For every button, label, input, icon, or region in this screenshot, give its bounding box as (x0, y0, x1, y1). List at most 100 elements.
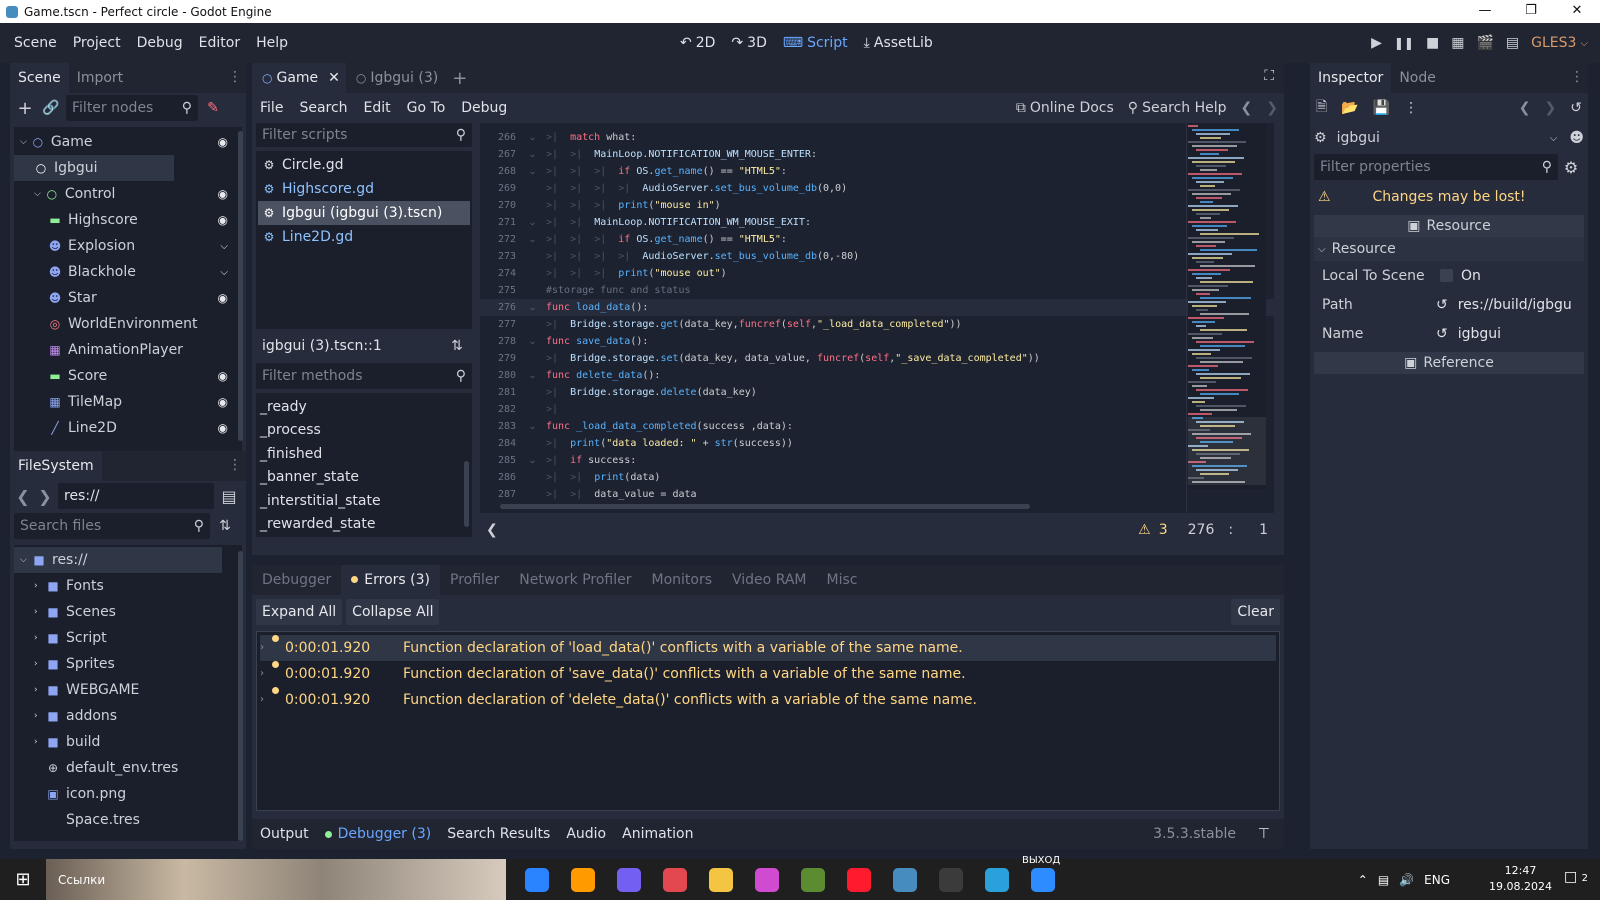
resource-section-header[interactable]: ▣ Resource (1314, 215, 1584, 237)
code-line[interactable]: 278 ⌵ func save_data(): (480, 333, 1274, 350)
visibility-eye-icon[interactable]: ◉ (218, 187, 228, 201)
tab-node[interactable]: Node (1391, 63, 1444, 93)
code-minimap[interactable] (1188, 123, 1266, 489)
filter-methods-input[interactable]: Filter methods ⚲ (256, 363, 472, 389)
status-tab[interactable]: Animation (614, 826, 701, 842)
more-options-icon[interactable]: ⋮ (228, 69, 242, 85)
object-properties-icon[interactable]: ☻ (1569, 130, 1584, 146)
viber-app-icon[interactable] (617, 867, 641, 892)
code-line[interactable]: 270 >| >| >| print("mouse in") (480, 197, 1274, 214)
filesystem-item[interactable]: ■ Space.tres (14, 807, 242, 833)
workspace-assetlib-button[interactable]: ⤓ AssetLib (856, 35, 941, 51)
status-tab[interactable]: Search Results (439, 826, 558, 842)
code-line[interactable]: 276 ⌵ func load_data(): (480, 299, 1274, 316)
play-custom-scene-icon[interactable]: ▤ (1506, 35, 1519, 51)
reference-section-header[interactable]: ▣ Reference (1314, 352, 1584, 374)
back-icon[interactable]: ❮ (1519, 100, 1531, 116)
scene-tree-node[interactable]: ☻ Blackhole ⌵ (14, 259, 242, 285)
chevron-right-icon[interactable]: › (34, 711, 44, 721)
code-line[interactable]: 267 ⌵ >| >| MainLoop.NOTIFICATION_WM_MOUSE… (480, 146, 1274, 163)
fold-arrow-icon[interactable]: ⌵ (530, 452, 542, 469)
toggle-scripts-panel-icon[interactable]: ❮ (486, 522, 498, 538)
property-value-field[interactable]: ↺ res://build/igbgu (1430, 292, 1584, 317)
status-tab[interactable]: Debugger (3) (317, 826, 440, 842)
menu-debug[interactable]: Debug (129, 35, 191, 51)
filesystem-item[interactable]: › ■ Script (14, 625, 242, 651)
more-options-icon[interactable]: ⋮ (1570, 69, 1584, 85)
pin-bottom-panel-icon[interactable]: ⊤ (1258, 826, 1270, 842)
code-line[interactable]: 280 ⌵ func delete_data(): (480, 367, 1274, 384)
script-list-item[interactable]: ⚙ Igbgui (igbgui (3).tscn) (258, 201, 470, 225)
visibility-hidden-icon[interactable]: ⌵ (220, 241, 228, 252)
chevron-right-icon[interactable]: › (260, 635, 272, 661)
filesystem-item[interactable]: ⌵ ■ res:// (14, 547, 222, 573)
warning-icon[interactable]: ⚠ (1138, 522, 1151, 538)
expand-all-button[interactable]: Expand All (256, 599, 343, 625)
chevron-down-icon[interactable]: ⌵ (20, 137, 27, 147)
fold-arrow-icon[interactable]: ⌵ (530, 333, 542, 350)
tab-igbgui[interactable]: ○ Igbgui (3) (346, 63, 448, 93)
filter-options-icon[interactable]: ⚙ (1558, 158, 1584, 177)
error-row[interactable]: › 0:00:01.920 Function declaration of 'del… (260, 687, 1276, 713)
scene-tree-node[interactable]: ▬ Score ◉ (14, 363, 242, 389)
method-list-item[interactable]: _finished (256, 442, 472, 466)
scene-tree-node[interactable]: ⌵ ○ Game ◉ (14, 129, 242, 155)
volume-icon[interactable]: 🔊 (1399, 873, 1414, 887)
chevron-down-icon[interactable]: ⌵ (1550, 133, 1558, 144)
debugger-tab[interactable]: Misc (817, 565, 868, 595)
warning-count[interactable]: 3 (1159, 522, 1168, 538)
fold-arrow-icon[interactable]: ⌵ (530, 146, 542, 163)
debugger-tab[interactable]: Network Profiler (509, 565, 641, 595)
windows-start-icon[interactable]: ⊞ (0, 869, 46, 890)
checkbox-icon[interactable] (1440, 269, 1453, 282)
language-indicator[interactable]: ENG (1424, 873, 1450, 887)
workspace-3d-button[interactable]: ↷ 3D (723, 35, 774, 51)
filesystem-path-input[interactable]: res:// (58, 483, 214, 509)
chevron-right-icon[interactable]: › (34, 581, 44, 591)
tab-import[interactable]: Import (69, 63, 131, 93)
script-menu-search[interactable]: Search (291, 100, 355, 116)
minimize-icon[interactable]: — (1462, 0, 1508, 23)
search-files-input[interactable]: Search files ⚲ (14, 513, 210, 539)
revert-icon[interactable]: ↺ (1436, 297, 1448, 313)
telegram-app-icon[interactable] (985, 867, 1009, 892)
stop-icon[interactable]: ■ (1426, 35, 1439, 51)
taskbar-clock[interactable]: 12:47 19.08.2024 (1489, 863, 1552, 895)
script-menu-file[interactable]: File (252, 100, 291, 116)
chevron-down-icon[interactable]: ⌵ (34, 189, 41, 199)
filter-nodes-input[interactable]: Filter nodes ⚲ (66, 95, 198, 121)
visibility-hidden-icon[interactable]: ⌵ (220, 267, 228, 278)
tab-inspector[interactable]: Inspector (1310, 63, 1392, 93)
fold-arrow-icon[interactable]: ⌵ (530, 163, 542, 180)
pause-icon[interactable]: ❚❚ (1394, 36, 1414, 50)
code-line[interactable]: 287 >| >| data_value = data (480, 486, 1274, 503)
method-list-item[interactable]: _rewarded_state (256, 513, 472, 537)
script-list-item[interactable]: ⚙ Line2D.gd (258, 225, 470, 249)
inspector-object-name[interactable]: igbgui (1337, 130, 1550, 146)
play-custom-icon[interactable]: ▦ (1451, 35, 1464, 51)
method-list-item[interactable]: _process (256, 419, 472, 443)
property-value-field[interactable]: ↺ igbgui (1430, 321, 1584, 346)
resource-options-icon[interactable]: ⋮ (1404, 100, 1418, 116)
visibility-eye-icon[interactable]: ◉ (218, 421, 228, 435)
minecraft-app-icon[interactable] (801, 867, 825, 892)
animate-app-icon[interactable] (663, 867, 687, 892)
save-resource-icon[interactable]: 💾 (1373, 100, 1390, 116)
status-tab[interactable]: Output (252, 826, 317, 842)
code-line[interactable]: 273 >| >| >| >| AudioServer.set_bus_volum… (480, 248, 1274, 265)
method-list-item[interactable]: _interstitial_state (256, 489, 472, 513)
filter-properties-input[interactable]: Filter properties ⚲ (1314, 154, 1558, 180)
code-line[interactable]: 269 >| >| >| >| AudioServer.set_bus_volum… (480, 180, 1274, 197)
search-help-button[interactable]: ⚲ Search Help (1128, 100, 1227, 116)
forward-icon[interactable]: ❯ (1266, 100, 1278, 116)
instance-scene-icon[interactable]: 🔗 (40, 100, 62, 116)
status-tab[interactable]: Audio (558, 826, 614, 842)
code-line[interactable]: 266 ⌵ >| match what: (480, 129, 1274, 146)
fold-arrow-icon[interactable]: ⌵ (530, 129, 542, 146)
visibility-eye-icon[interactable]: ◉ (218, 213, 228, 227)
online-docs-button[interactable]: ⧉ Online Docs (1016, 100, 1114, 116)
play-scene-icon[interactable]: 🎬 (1476, 35, 1493, 51)
renderer-select[interactable]: GLES3 (1531, 35, 1576, 51)
scene-tree-node[interactable]: ▬ Highscore ◉ (14, 207, 242, 233)
obs-app-icon[interactable] (939, 867, 963, 892)
